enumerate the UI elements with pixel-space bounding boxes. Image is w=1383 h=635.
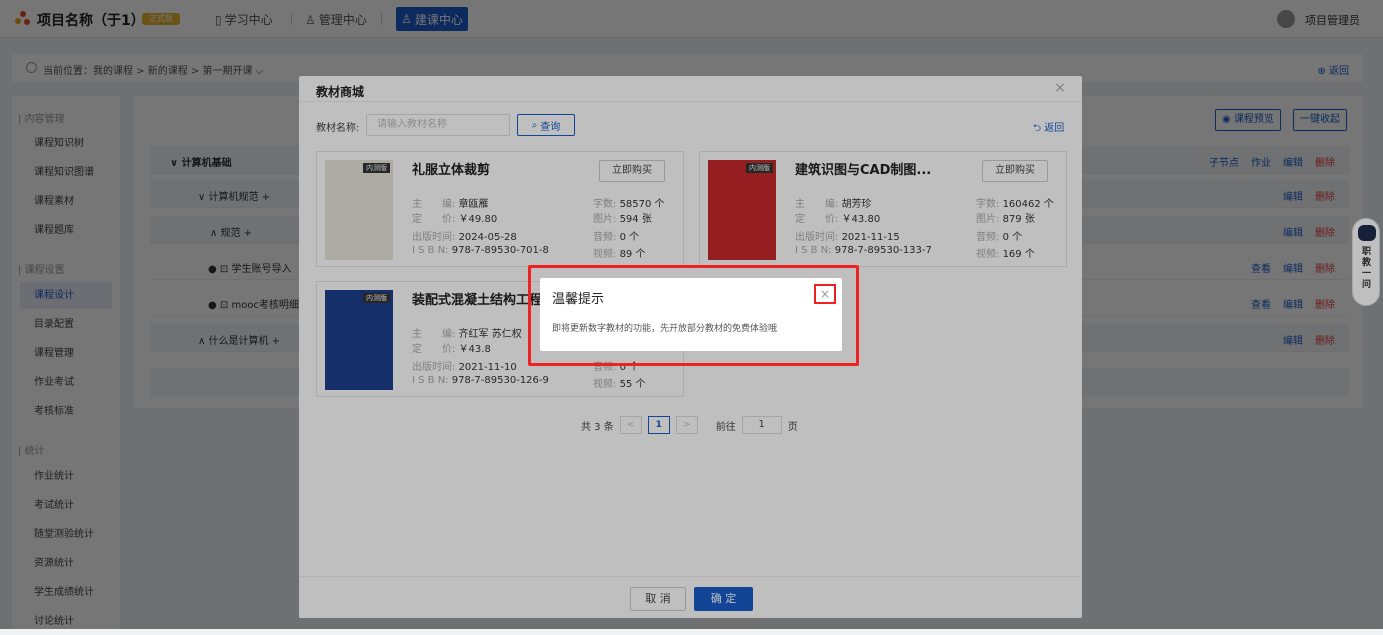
highlight-frame [528,265,859,366]
